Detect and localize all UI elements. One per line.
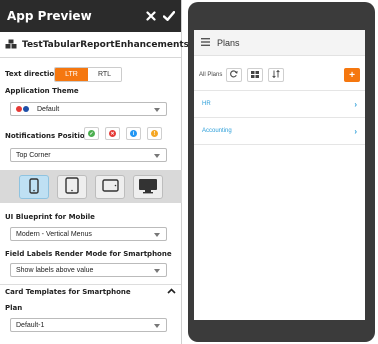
chevron-right-icon: › [354, 99, 357, 109]
app-preview-header: App Preview [0, 0, 181, 32]
ui-blueprint-select[interactable]: Modern - Vertical Menus [10, 227, 167, 241]
list-item[interactable]: Accounting › [194, 118, 365, 145]
grid-icon [251, 70, 260, 80]
application-theme-value: Default [37, 105, 60, 113]
phone-header: Plans [194, 30, 365, 56]
device-selector [0, 170, 182, 203]
text-direction-label: Text direction [5, 70, 60, 78]
sort-icon [272, 69, 281, 80]
chevron-up-icon[interactable] [167, 287, 176, 296]
app-preview-panel: App Preview TestTabularReportEnhancement… [0, 0, 189, 344]
rtl-option[interactable]: RTL [88, 68, 121, 81]
ui-blueprint-label: UI Blueprint for Mobile [5, 213, 95, 221]
grid-view-button[interactable] [247, 68, 264, 82]
application-theme-label: Application Theme [5, 87, 79, 95]
phone-screen: Plans All Plans + HR › Accounting › [194, 30, 365, 320]
chevron-down-icon [154, 233, 160, 237]
refresh-button[interactable] [226, 68, 243, 82]
list-item[interactable]: HR › [194, 91, 365, 118]
sort-button[interactable] [268, 68, 285, 82]
plans-list: HR › Accounting › [194, 90, 365, 145]
hamburger-menu-icon[interactable] [201, 37, 210, 48]
field-labels-select[interactable]: Show labels above value [10, 263, 167, 277]
notifications-position-select[interactable]: Top Corner [10, 148, 167, 162]
warning-position-button[interactable]: ! [147, 127, 162, 140]
notifications-position-label: Notifications Position [5, 132, 90, 140]
app-preview-title: App Preview [7, 9, 92, 23]
field-labels-label: Field Labels Render Mode for Smartphone [5, 250, 172, 258]
theme-swatch [16, 106, 29, 112]
info-position-button[interactable]: i [126, 127, 141, 140]
app-name: TestTabularReportEnhancements [22, 39, 190, 50]
chevron-down-icon [154, 154, 160, 158]
notification-position-buttons: ✓ ✕ i ! [84, 127, 162, 140]
plan-label: Plan [5, 304, 23, 312]
tablet-landscape-icon [101, 179, 119, 194]
check-icon[interactable] [163, 11, 175, 21]
field-labels-value: Show labels above value [16, 266, 94, 274]
chevron-right-icon: › [354, 126, 357, 136]
error-icon: ✕ [109, 130, 116, 137]
error-position-button[interactable]: ✕ [105, 127, 120, 140]
refresh-icon [230, 70, 239, 80]
plan-value: Default-1 [16, 321, 45, 329]
plus-icon: + [349, 69, 355, 81]
tablet-portrait-icon [65, 177, 79, 196]
all-plans-label: All Plans [199, 72, 223, 78]
close-icon[interactable] [146, 11, 156, 21]
chevron-down-icon [154, 324, 160, 328]
notifications-position-value: Top Corner [16, 151, 51, 159]
application-theme-select[interactable]: Default [10, 102, 167, 116]
tablet-landscape-device-button[interactable] [95, 174, 125, 199]
chevron-down-icon [154, 269, 160, 273]
tablet-portrait-device-button[interactable] [57, 174, 87, 199]
phone-toolbar: All Plans + [194, 65, 365, 85]
text-direction-toggle: LTR RTL [54, 67, 122, 82]
card-templates-label: Card Templates for Smartphone [5, 287, 131, 296]
smartphone-icon [29, 177, 39, 196]
info-icon: i [130, 130, 137, 137]
plan-select[interactable]: Default-1 [10, 318, 167, 332]
card-templates-section[interactable]: Card Templates for Smartphone [0, 284, 181, 298]
chevron-down-icon [154, 108, 160, 112]
add-button[interactable]: + [344, 68, 360, 82]
success-position-button[interactable]: ✓ [84, 127, 99, 140]
desktop-device-button[interactable] [133, 174, 163, 199]
desktop-icon [138, 178, 158, 196]
warning-icon: ! [151, 130, 158, 137]
cubes-icon [5, 39, 17, 51]
list-item-label: Accounting [202, 128, 232, 134]
ui-blueprint-value: Modern - Vertical Menus [16, 230, 92, 238]
phone-title: Plans [217, 37, 240, 48]
list-item-label: HR [202, 101, 211, 107]
ltr-option[interactable]: LTR [55, 68, 88, 81]
app-name-row: TestTabularReportEnhancements [0, 32, 189, 58]
success-icon: ✓ [88, 130, 95, 137]
smartphone-device-button[interactable] [19, 174, 49, 199]
